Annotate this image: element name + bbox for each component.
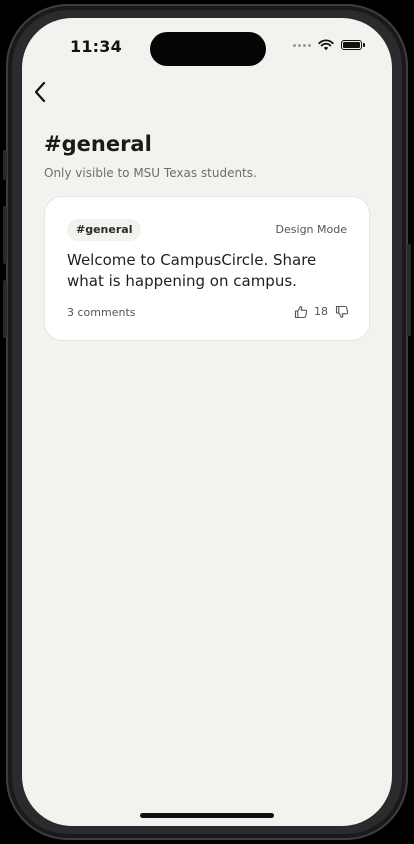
- comments-link[interactable]: 3 comments: [67, 306, 136, 319]
- screen: 11:34 #general Only visible to MSU Texas…: [22, 18, 392, 826]
- mode-label: Design Mode: [275, 223, 347, 236]
- vote-count: 18: [314, 305, 328, 318]
- post-text: Welcome to CampusCircle. Share what is h…: [67, 251, 317, 290]
- thumbs-down-icon[interactable]: [334, 304, 349, 319]
- channel-tag[interactable]: #general: [67, 219, 142, 241]
- vote-controls: 18: [293, 304, 349, 319]
- wifi-icon: [318, 39, 334, 51]
- thumbs-up-icon[interactable]: [293, 304, 308, 319]
- status-indicators: [293, 39, 365, 51]
- back-button[interactable]: [26, 78, 54, 106]
- status-time: 11:34: [70, 37, 122, 56]
- home-indicator[interactable]: [140, 813, 274, 818]
- dynamic-island: [150, 32, 266, 66]
- power-button: [407, 244, 411, 336]
- post-card[interactable]: #general Design Mode Welcome to CampusCi…: [44, 196, 370, 341]
- mute-switch: [3, 150, 7, 180]
- page-title: #general: [44, 132, 152, 156]
- volume-down-button: [3, 280, 7, 338]
- chevron-left-icon: [34, 81, 46, 103]
- page-subtitle: Only visible to MSU Texas students.: [44, 166, 257, 180]
- volume-up-button: [3, 206, 7, 264]
- battery-icon: [341, 40, 365, 50]
- cellular-signal-icon: [293, 43, 311, 47]
